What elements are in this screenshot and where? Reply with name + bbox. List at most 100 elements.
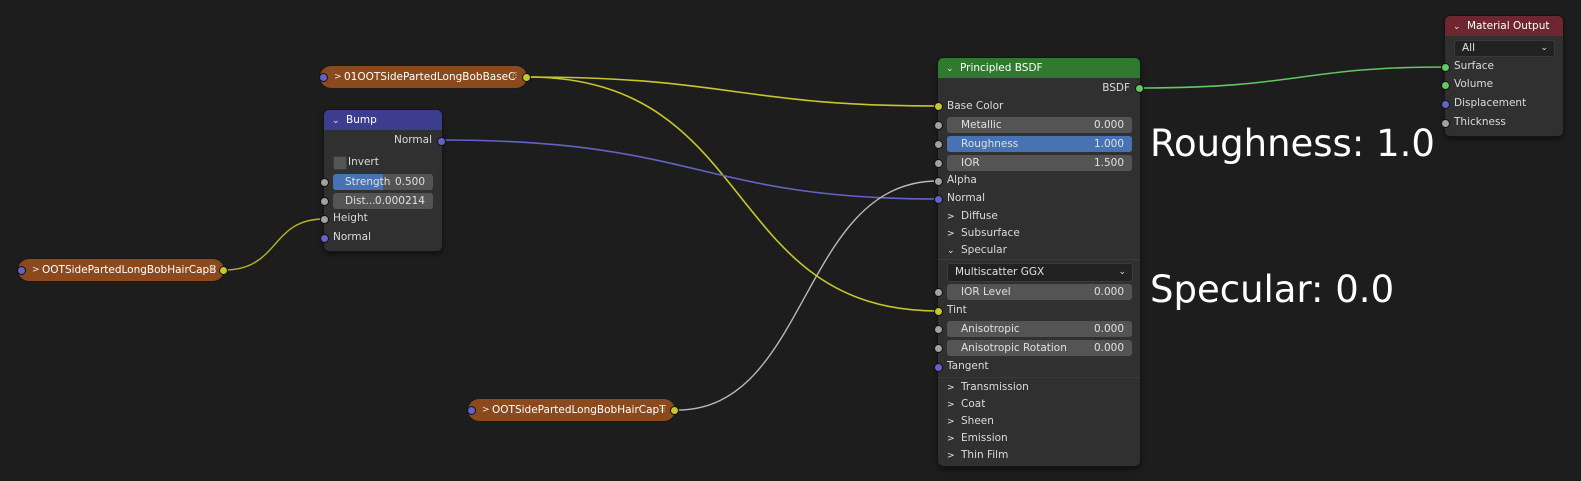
link-tint xyxy=(526,76,939,312)
bump-node[interactable]: ⌄ Bump Normal Invert Strength 0.500 Dist.… xyxy=(320,110,446,251)
base-color-label: Base Color xyxy=(947,97,1003,115)
field-value: 0.000 xyxy=(1093,342,1124,354)
socket-label: Normal xyxy=(394,134,432,146)
chevron-down-icon: ⌄ xyxy=(1118,267,1126,277)
strength-socket[interactable] xyxy=(320,178,329,187)
normal-input-label: Normal xyxy=(333,228,371,246)
invert-checkbox[interactable] xyxy=(333,156,347,170)
image-texture-node-left[interactable]: > OOTSidePartedLongBobHairCapB ⠿ xyxy=(17,259,228,281)
anisotropic-rotation-socket[interactable] xyxy=(934,344,943,353)
field-label: Dist... xyxy=(345,195,376,207)
ior-level-socket[interactable] xyxy=(934,288,943,297)
anisotropic-field[interactable]: Anisotropic 0.000 xyxy=(947,321,1132,337)
normal-input-socket[interactable] xyxy=(320,234,329,243)
normal-socket[interactable] xyxy=(934,195,943,204)
roughness-socket[interactable] xyxy=(934,140,943,149)
material-output-node[interactable]: ⌄ Material Output All ⌄ Surface Volume Di… xyxy=(1441,16,1563,136)
bsdf-node-header[interactable]: ⌄ Principled BSDF xyxy=(938,58,1140,78)
strength-slider[interactable]: Strength 0.500 xyxy=(333,174,433,190)
field-label: Metallic xyxy=(961,119,1002,131)
target-dropdown[interactable]: All ⌄ xyxy=(1454,40,1555,57)
surface-socket[interactable] xyxy=(1441,63,1450,72)
field-label: Strength xyxy=(345,176,391,188)
anisotropic-rotation-field[interactable]: Anisotropic Rotation 0.000 xyxy=(947,340,1132,356)
invert-label: Invert xyxy=(348,153,379,171)
panel-emission[interactable]: > Emission xyxy=(947,429,1008,447)
height-text: Height xyxy=(333,212,368,224)
socket-label: Base Color xyxy=(947,100,1004,112)
socket-label: Normal xyxy=(947,192,985,204)
image-texture-node-bottom[interactable]: > OOTSidePartedLongBobHairCapT ⠿ xyxy=(467,399,679,421)
drag-grip-icon[interactable]: ⠿ xyxy=(659,399,666,421)
metallic-socket[interactable] xyxy=(934,121,943,130)
collapse-chevron-icon[interactable]: ⌄ xyxy=(946,59,956,78)
panel-label: Subsurface xyxy=(961,227,1020,239)
drag-grip-icon[interactable]: ⠿ xyxy=(511,66,518,88)
color-output-socket[interactable] xyxy=(670,406,679,415)
ior-field[interactable]: IOR 1.500 xyxy=(947,155,1132,171)
field-value: 1.000 xyxy=(1093,138,1124,150)
socket-label: Tangent xyxy=(947,360,989,372)
color-output-socket[interactable] xyxy=(219,266,228,275)
thickness-socket[interactable] xyxy=(1441,119,1450,128)
expand-chevron-icon[interactable]: > xyxy=(334,66,344,88)
node-label: 01OOTSidePartedLongBobBaseC xyxy=(344,71,516,83)
panel-subsurface[interactable]: > Subsurface xyxy=(947,224,1020,242)
node-label: OOTSidePartedLongBobHairCapB xyxy=(42,264,217,276)
panel-label: Diffuse xyxy=(961,210,998,222)
distance-field[interactable]: Dist... 0.000214 xyxy=(333,193,433,209)
chevron-down-icon: ⌄ xyxy=(947,246,955,256)
material-output-header[interactable]: ⌄ Material Output xyxy=(1445,16,1563,36)
vector-input-socket[interactable] xyxy=(467,406,476,415)
ior-socket[interactable] xyxy=(934,159,943,168)
image-texture-node-top[interactable]: > 01OOTSidePartedLongBobBaseC ⠿ xyxy=(319,66,531,88)
volume-label: Volume xyxy=(1454,75,1493,93)
roughness-slider[interactable]: Roughness 1.000 xyxy=(947,136,1132,152)
metallic-field[interactable]: Metallic 0.000 xyxy=(947,117,1132,133)
field-label: Anisotropic xyxy=(961,323,1020,335)
field-value: 1.500 xyxy=(1093,157,1124,169)
distribution-dropdown[interactable]: Multiscatter GGX ⌄ xyxy=(947,263,1133,282)
expand-chevron-icon[interactable]: > xyxy=(482,399,492,421)
alpha-socket[interactable] xyxy=(934,177,943,186)
principled-bsdf-node[interactable]: ⌄ Principled BSDF BSDF Base Color Metalli… xyxy=(934,58,1144,466)
socket-label: Alpha xyxy=(947,174,977,186)
bump-node-header[interactable]: ⌄ Bump xyxy=(324,110,442,130)
node-title: Material Output xyxy=(1467,20,1550,32)
panel-transmission[interactable]: > Transmission xyxy=(947,378,1029,396)
panel-specular[interactable]: ⌄ Specular xyxy=(947,241,1007,259)
chevron-down-icon: ⌄ xyxy=(1540,43,1548,53)
collapse-chevron-icon[interactable]: ⌄ xyxy=(332,111,342,130)
normal-label: Normal xyxy=(947,189,985,207)
link-bump-normal xyxy=(441,139,939,200)
socket-label: Tint xyxy=(947,304,967,316)
link-height xyxy=(223,218,325,271)
distance-socket[interactable] xyxy=(320,197,329,206)
base-color-socket[interactable] xyxy=(934,102,943,111)
panel-label: Coat xyxy=(961,398,986,410)
anisotropic-socket[interactable] xyxy=(934,325,943,334)
socket-label: Volume xyxy=(1454,78,1494,90)
volume-socket[interactable] xyxy=(1441,81,1450,90)
drag-grip-icon[interactable]: ⠿ xyxy=(208,259,215,281)
panel-sheen[interactable]: > Sheen xyxy=(947,412,994,430)
collapse-chevron-icon[interactable]: ⌄ xyxy=(1453,17,1463,36)
bsdf-output-label: BSDF xyxy=(1102,79,1130,97)
panel-diffuse[interactable]: > Diffuse xyxy=(947,207,998,225)
bsdf-output-socket[interactable] xyxy=(1135,84,1144,93)
vector-input-socket[interactable] xyxy=(17,266,26,275)
normal-output-socket[interactable] xyxy=(437,137,446,146)
field-label: Anisotropic Rotation xyxy=(961,342,1067,354)
tangent-socket[interactable] xyxy=(934,363,943,372)
specular-annotation: Specular: 0.0 xyxy=(1150,268,1395,311)
displacement-socket[interactable] xyxy=(1441,100,1450,109)
tint-socket[interactable] xyxy=(934,307,943,316)
panel-coat[interactable]: > Coat xyxy=(947,395,985,413)
panel-thin-film[interactable]: > Thin Film xyxy=(947,446,1008,464)
surface-label: Surface xyxy=(1454,57,1494,75)
ior-level-field[interactable]: IOR Level 0.000 xyxy=(947,284,1132,300)
expand-chevron-icon[interactable]: > xyxy=(32,259,42,281)
vector-input-socket[interactable] xyxy=(319,73,328,82)
color-output-socket[interactable] xyxy=(522,73,531,82)
height-socket[interactable] xyxy=(320,215,329,224)
